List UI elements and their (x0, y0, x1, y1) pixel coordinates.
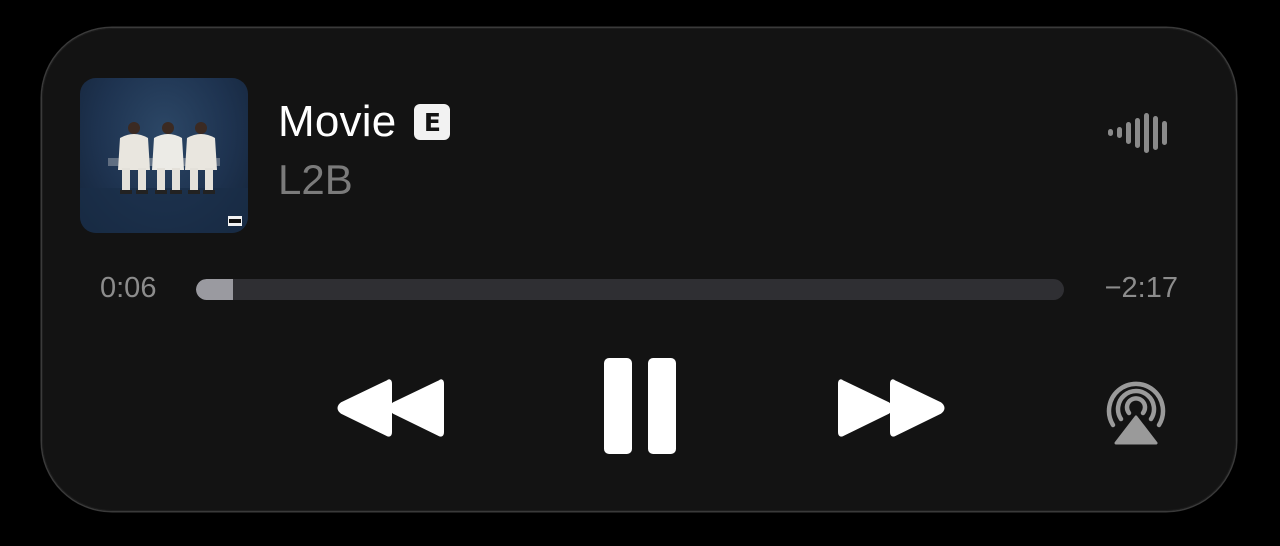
remaining-time: −2:17 (1104, 272, 1178, 304)
airplay-button[interactable] (1096, 373, 1176, 453)
explicit-badge: E (414, 104, 451, 140)
song-title[interactable]: Movie (278, 97, 396, 147)
title-row: Movie E (278, 96, 451, 148)
album-artwork[interactable] (80, 78, 248, 233)
progress-fill (196, 279, 234, 300)
elapsed-time: 0:06 (100, 272, 157, 304)
pause-button[interactable] (598, 354, 684, 458)
progress-scrubber[interactable] (196, 279, 1064, 300)
airplay-audio-icon (1106, 381, 1166, 445)
rewind-icon (337, 379, 444, 437)
artist-name[interactable]: L2B (278, 156, 353, 204)
audio-waveform-icon (1106, 110, 1170, 156)
album-artwork-image (80, 122, 248, 233)
pause-icon (604, 358, 676, 454)
now-playing-widget: Movie E L2B 0:06 −2:17 (42, 28, 1236, 511)
fast-forward-button[interactable] (830, 368, 950, 448)
rewind-button[interactable] (332, 368, 452, 448)
fast-forward-icon (838, 379, 945, 437)
